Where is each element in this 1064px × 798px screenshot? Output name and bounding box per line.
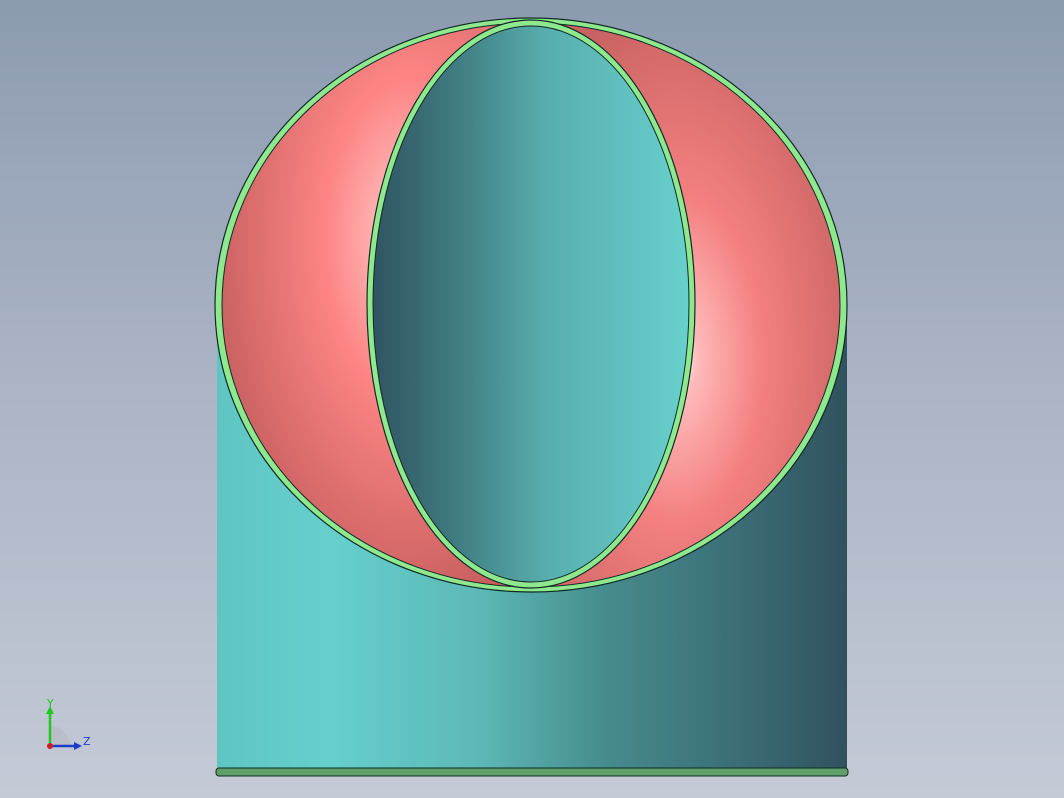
z-axis-arrow-icon bbox=[74, 742, 82, 750]
3d-model-view[interactable] bbox=[0, 0, 1064, 798]
triad-quadrant bbox=[50, 726, 70, 746]
y-axis-label: Y bbox=[46, 698, 54, 710]
cylinder-base-rim bbox=[215, 767, 849, 777]
cad-viewport[interactable]: Y Z bbox=[0, 0, 1064, 798]
inner-bore bbox=[372, 25, 690, 583]
triad-origin bbox=[47, 743, 53, 749]
axis-triad: Y Z bbox=[38, 697, 98, 758]
z-axis-label: Z bbox=[83, 735, 91, 748]
